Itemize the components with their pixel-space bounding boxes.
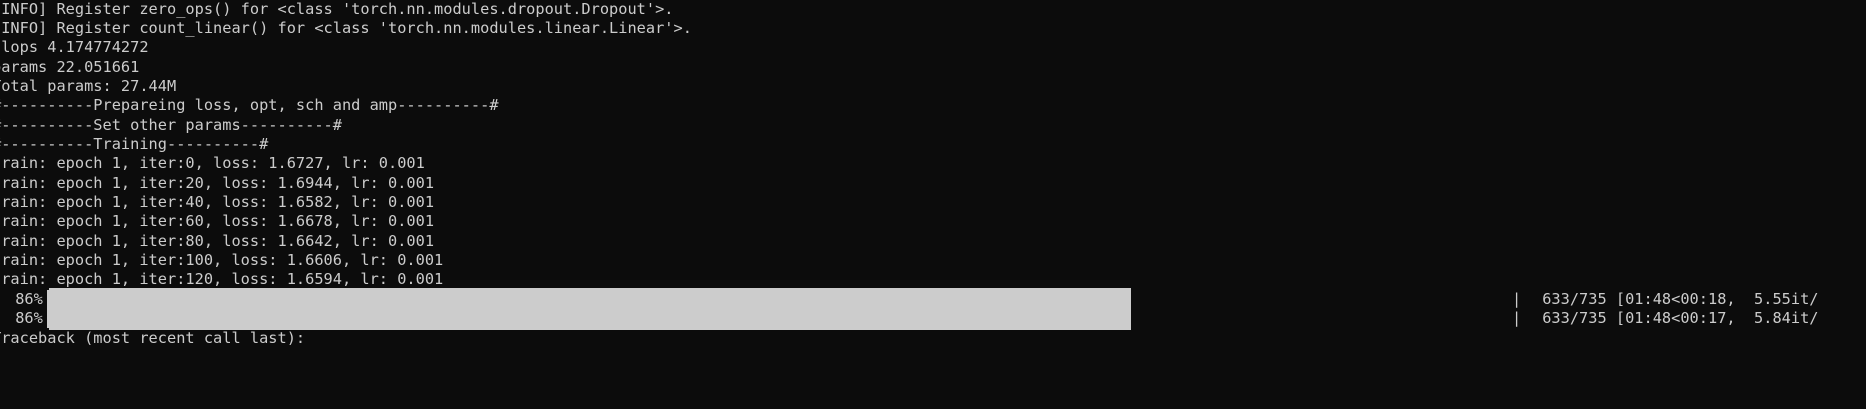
traceback-header: Traceback (most recent call last): [0, 329, 306, 347]
progress-stats: 633/735 [01:48<00:17, 5.84it/ [1533, 309, 1819, 327]
progress-bar-right-edge: | [1512, 309, 1522, 327]
terminal-window[interactable]: [INFO] Register zero_ops() for <class 't… [0, 0, 1866, 409]
